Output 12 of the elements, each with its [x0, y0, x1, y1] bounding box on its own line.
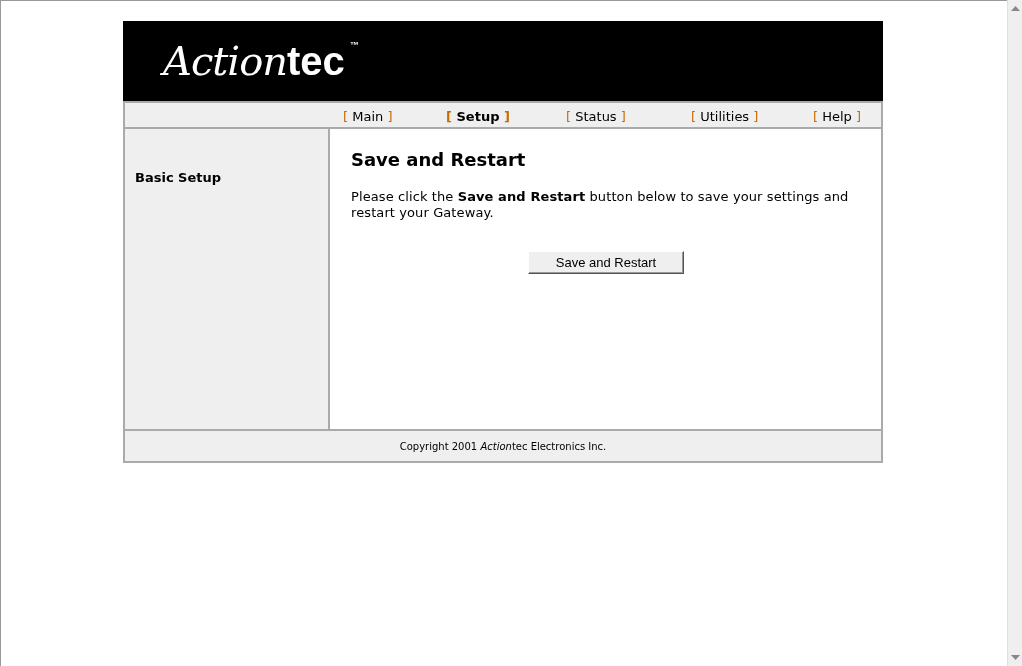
copyright-text: Copyright 2001 Actiontec Electronics Inc. [399, 440, 607, 452]
scroll-down-icon[interactable] [1010, 655, 1020, 660]
save-and-restart-button[interactable]: Save and Restart [528, 251, 684, 274]
nav-link[interactable]: [ Main ] [343, 108, 393, 124]
instruction-text: Please click the Save and Restart button below to save your settings and restart your Gateway. [351, 189, 850, 221]
sidebar-item[interactable]: Basic Setup [135, 170, 222, 185]
nav-link[interactable]: [ Utilities ] [691, 108, 759, 124]
nav-link[interactable]: [ Help ] [813, 108, 862, 124]
scroll-up-icon[interactable] [1010, 6, 1020, 11]
nav-link[interactable]: [ Setup ] [446, 108, 510, 124]
nav-link[interactable]: [ Status ] [566, 108, 626, 124]
page-title: Save and Restart [351, 149, 527, 170]
